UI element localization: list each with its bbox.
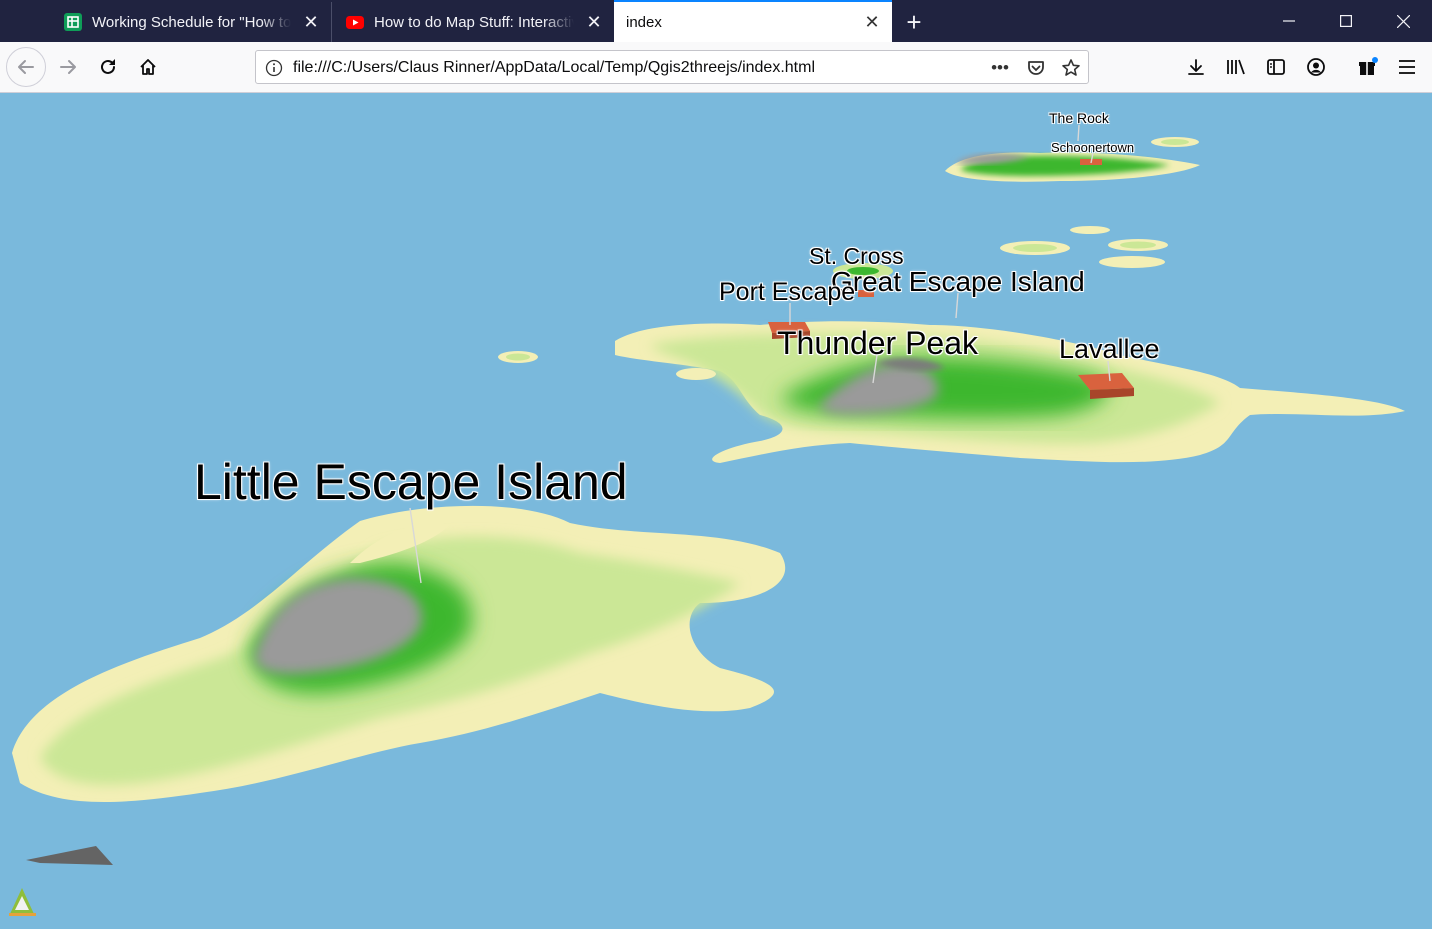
terrain-canvas[interactable] (0, 93, 1432, 929)
reload-button[interactable] (90, 50, 126, 84)
navigation-toolbar: file:///C:/Users/Claus Rinner/AppData/Lo… (0, 42, 1432, 93)
home-button[interactable] (130, 50, 166, 84)
account-button[interactable] (1298, 50, 1334, 84)
library-button[interactable] (1218, 50, 1254, 84)
maximize-window-button[interactable] (1318, 0, 1374, 42)
close-tab-icon[interactable]: ✕ (297, 8, 325, 36)
page-actions-icon[interactable]: ••• (988, 56, 1012, 80)
site-info-icon[interactable] (264, 58, 284, 78)
forward-arrow-icon (60, 60, 76, 74)
back-arrow-icon (18, 60, 34, 74)
pocket-icon[interactable] (1024, 56, 1048, 80)
label-little-escape-island: Little Escape Island (194, 454, 628, 510)
tab-index[interactable]: index ✕ (614, 0, 892, 42)
tab-strip: Working Schedule for "How to Map Stuff" … (0, 0, 1432, 42)
home-icon (140, 59, 156, 75)
extensions-button[interactable] (1350, 50, 1386, 84)
close-tab-icon[interactable]: ✕ (580, 8, 608, 36)
new-tab-button[interactable]: + (898, 6, 930, 38)
back-button[interactable] (6, 47, 46, 87)
the-rock-island (945, 152, 1200, 182)
sidebar-icon (1267, 59, 1285, 75)
bookmark-star-icon[interactable] (1059, 56, 1083, 80)
minimize-window-button[interactable] (1261, 0, 1317, 42)
label-great-escape-island: Great Escape Island (831, 266, 1085, 297)
label-the-rock: The Rock (1049, 110, 1109, 126)
tab-map-stuff-video[interactable]: How to do Map Stuff: Interactive 3D maps… (332, 2, 614, 42)
hamburger-menu-icon (1399, 60, 1415, 74)
qgis2threejs-logo-icon[interactable] (9, 888, 36, 916)
label-schoonertown: Schoonertown (1051, 140, 1135, 155)
map-3d-viewport[interactable]: The Rock Schoonertown St. Cross Great Es… (0, 93, 1432, 929)
tab-title: Working Schedule for "How to Map Stuff" (92, 13, 291, 31)
account-icon (1307, 58, 1325, 76)
little-escape-island (12, 505, 786, 803)
google-sheets-icon (64, 13, 82, 31)
tab-title: How to do Map Stuff: Interactive 3D maps (374, 13, 574, 31)
url-text[interactable]: file:///C:/Users/Claus Rinner/AppData/Lo… (293, 59, 815, 77)
menu-button[interactable] (1389, 50, 1425, 84)
label-lavallee: Lavallee (1059, 334, 1160, 364)
sidebar-button[interactable] (1258, 50, 1294, 84)
address-bar[interactable]: file:///C:/Users/Claus Rinner/AppData/Lo… (255, 50, 1089, 84)
youtube-icon (346, 13, 364, 31)
north-arrow-shadow-icon (26, 846, 113, 865)
library-icon (1227, 59, 1245, 75)
close-window-button[interactable] (1375, 0, 1431, 42)
reload-icon (101, 59, 115, 74)
tab-working-schedule[interactable]: Working Schedule for "How to Map Stuff" … (50, 2, 332, 42)
label-thunder-peak: Thunder Peak (777, 325, 979, 361)
forward-button[interactable] (50, 50, 86, 84)
download-icon (1188, 59, 1204, 75)
great-escape-island (615, 321, 1405, 463)
gift-icon (1359, 57, 1378, 75)
label-port-escape: Port Escape (719, 278, 856, 306)
tab-title: index (626, 13, 662, 31)
downloads-button[interactable] (1178, 50, 1214, 84)
close-tab-icon[interactable]: ✕ (858, 8, 886, 36)
